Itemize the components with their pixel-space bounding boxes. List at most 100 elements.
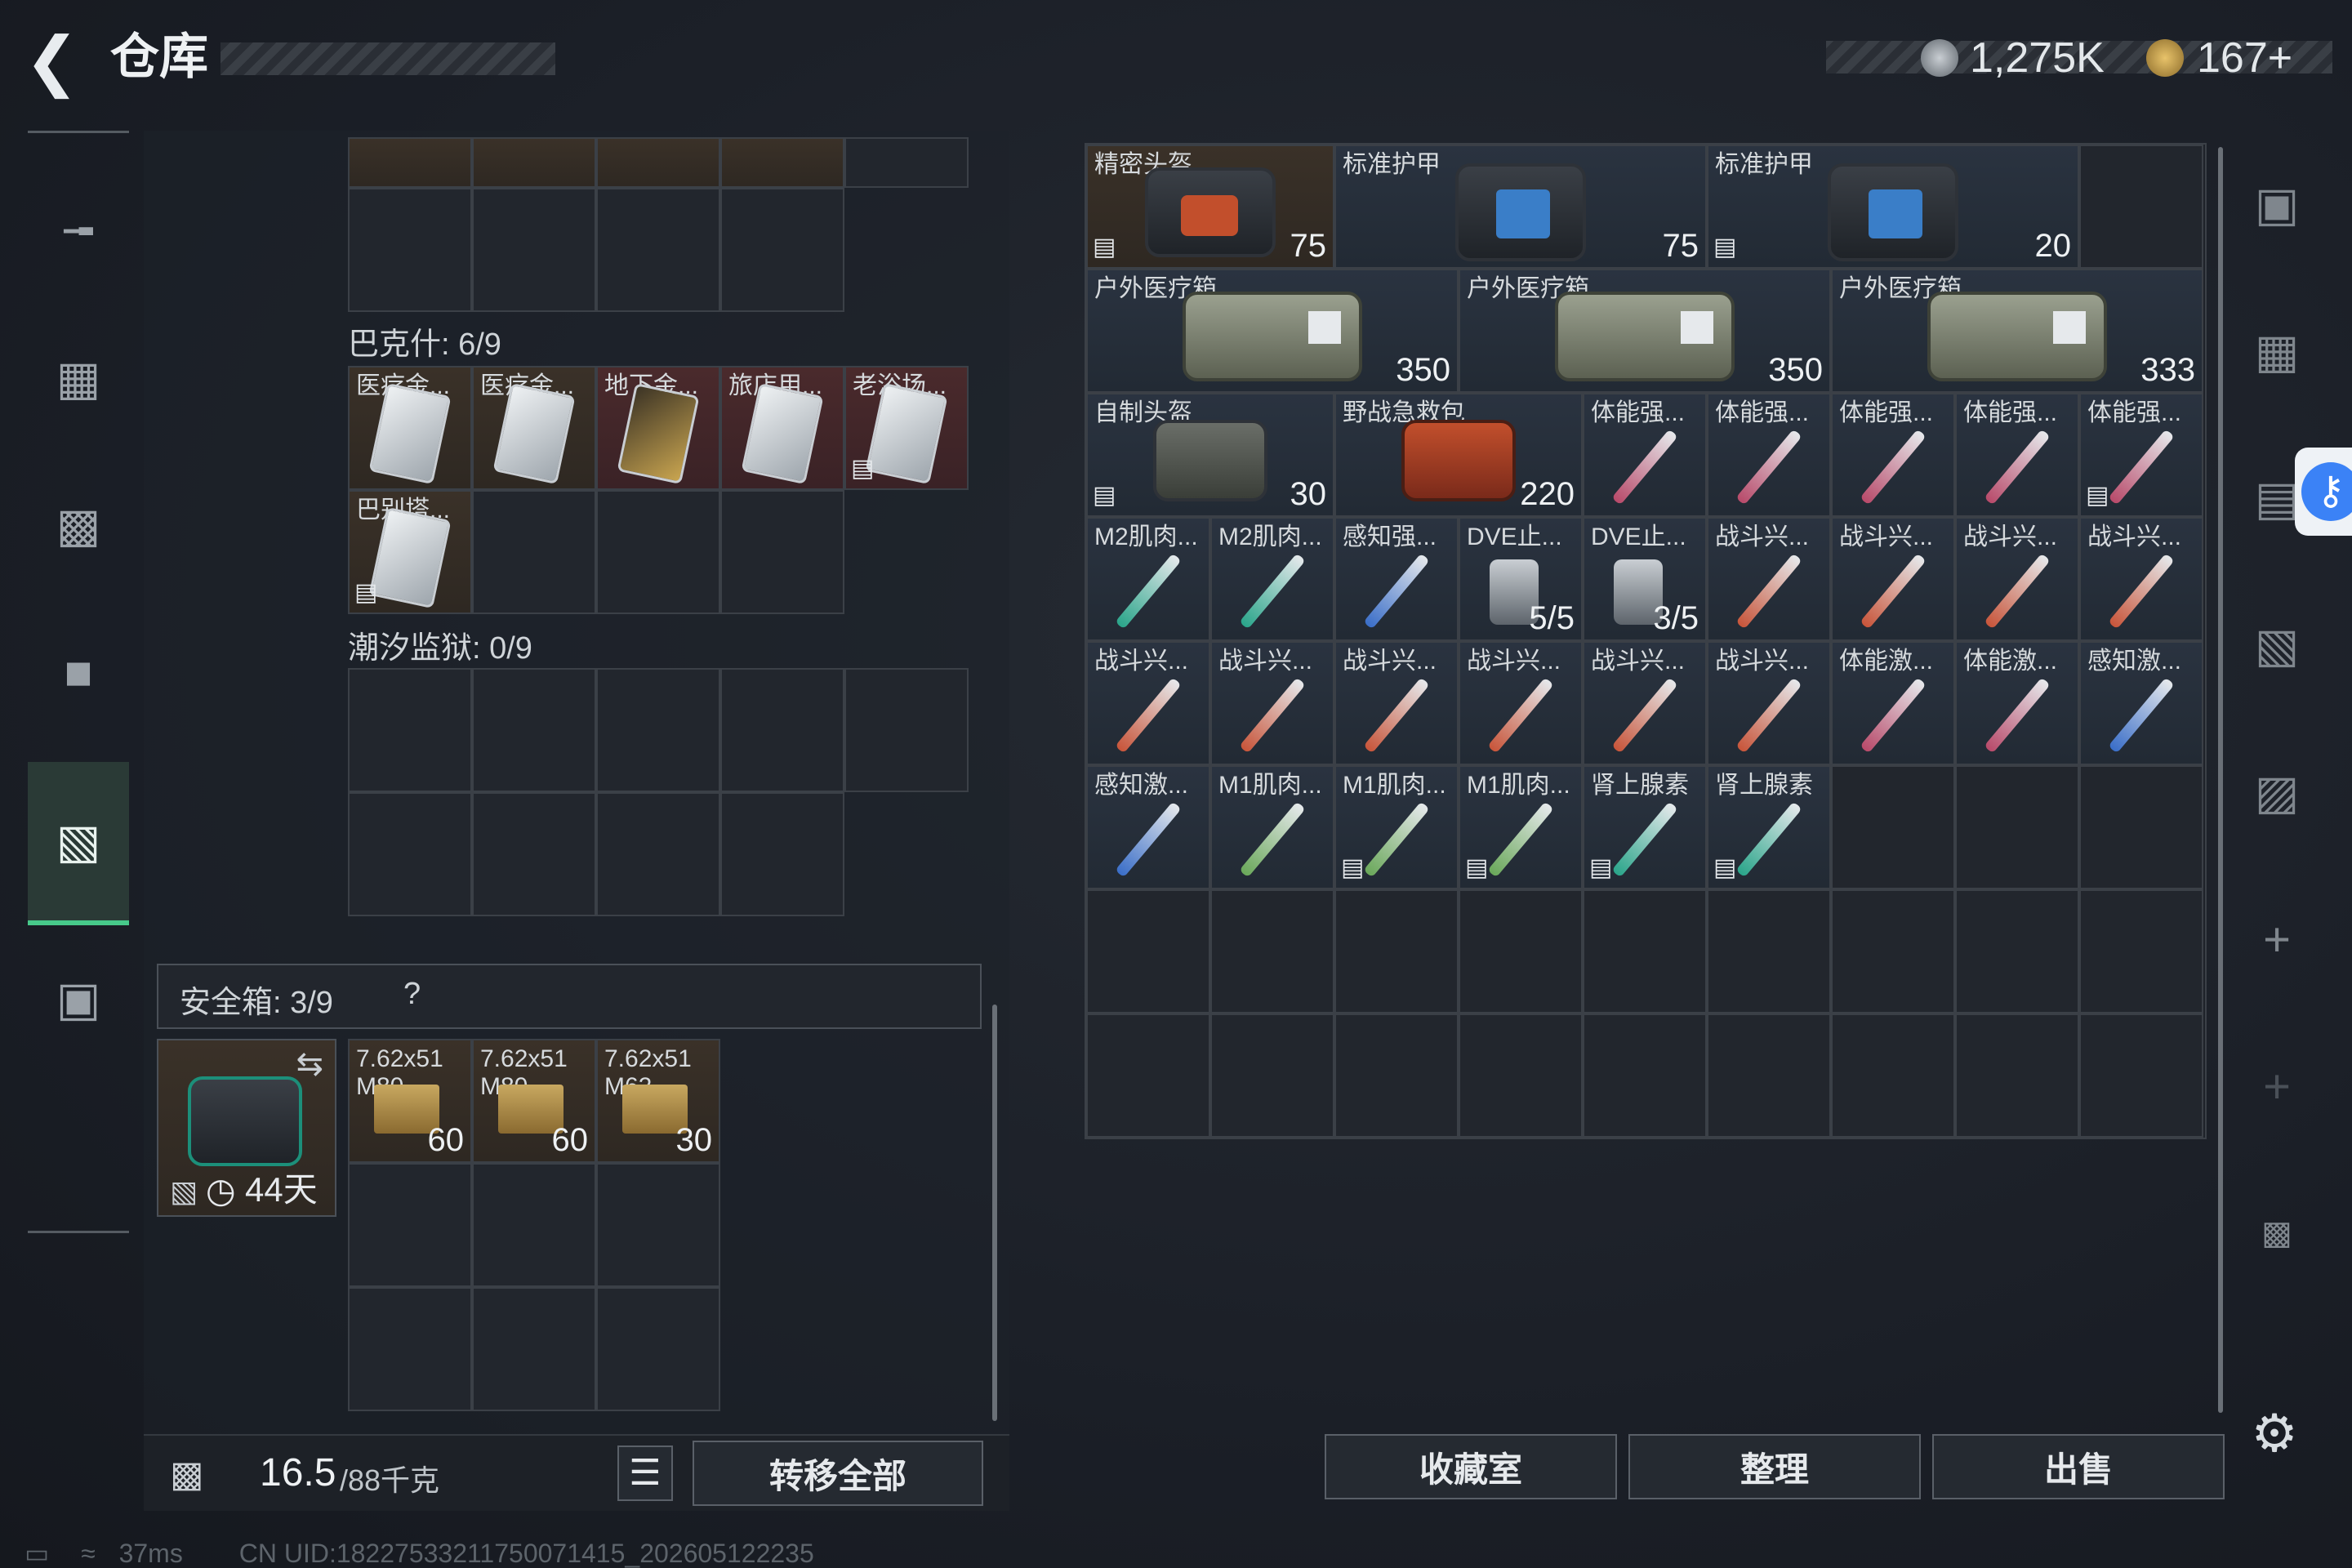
stash-item[interactable]: 体能激... bbox=[1955, 641, 2079, 765]
stash-item[interactable]: 标准护甲 ▤ 20 bbox=[1707, 145, 2079, 269]
grid-cell[interactable] bbox=[1086, 889, 1210, 1013]
stash-item[interactable]: 自制头盔 ▤ 30 bbox=[1086, 393, 1334, 517]
back-arrow-icon[interactable]: ❮ bbox=[24, 24, 82, 98]
stash-item[interactable]: 体能强... bbox=[1831, 393, 1955, 517]
safebox-slot[interactable]: ⇆ ▧ ◷ 44天 bbox=[157, 1039, 336, 1217]
grid-cell[interactable] bbox=[2079, 145, 2203, 269]
grid-cell[interactable] bbox=[596, 137, 720, 188]
grid-cell[interactable] bbox=[472, 792, 596, 916]
stash-item[interactable]: 战斗兴... bbox=[1583, 641, 1707, 765]
accessibility-button[interactable]: ⚷ bbox=[2295, 448, 2352, 536]
keycard-item[interactable]: 旅店用... bbox=[720, 366, 844, 490]
grid-cell[interactable] bbox=[596, 490, 720, 614]
stash-item[interactable]: M2肌肉... bbox=[1086, 517, 1210, 641]
grid-cell[interactable] bbox=[348, 668, 472, 792]
stash-item[interactable]: 户外医疗箱 333 bbox=[1831, 269, 2203, 393]
grid-cell[interactable] bbox=[720, 188, 844, 312]
keycard-item[interactable]: 地下金... bbox=[596, 366, 720, 490]
keycard-item[interactable]: 医疗金... bbox=[348, 366, 472, 490]
grid-cell[interactable] bbox=[1707, 889, 1831, 1013]
stash-item[interactable]: 体能强... ▤ bbox=[2079, 393, 2203, 517]
rig-icon[interactable]: ■ bbox=[28, 599, 129, 746]
stash-item[interactable]: 野战急救包 220 bbox=[1334, 393, 1583, 517]
stash-tab-2-icon[interactable]: ▦ bbox=[2220, 278, 2334, 425]
stash-item[interactable]: 战斗兴... bbox=[1459, 641, 1583, 765]
left-scrollbar[interactable] bbox=[992, 1004, 997, 1421]
stash-item[interactable]: 肾上腺素 ▤ bbox=[1583, 765, 1707, 889]
grid-cell[interactable] bbox=[472, 1287, 596, 1411]
grid-cell[interactable] bbox=[1955, 889, 2079, 1013]
grid-cell[interactable] bbox=[472, 490, 596, 614]
armor-icon[interactable]: ▦ bbox=[28, 305, 129, 452]
stash-item[interactable]: 感知激... bbox=[2079, 641, 2203, 765]
grid-cell[interactable] bbox=[1831, 889, 1955, 1013]
grid-cell[interactable] bbox=[1955, 765, 2079, 889]
weapon-icon[interactable]: ╼ bbox=[28, 158, 129, 305]
grid-cell[interactable] bbox=[348, 1163, 472, 1287]
stash-item[interactable]: DVE止... 3/5 bbox=[1583, 517, 1707, 641]
grid-cell[interactable] bbox=[1086, 1013, 1210, 1138]
grid-cell[interactable] bbox=[1210, 1013, 1334, 1138]
grid-cell[interactable] bbox=[596, 1287, 720, 1411]
grid-cell[interactable] bbox=[720, 792, 844, 916]
grid-cell[interactable] bbox=[844, 137, 969, 188]
stash-item[interactable]: 战斗兴... bbox=[1831, 517, 1955, 641]
stash-item[interactable]: M1肌肉... ▤ bbox=[1334, 765, 1459, 889]
grid-cell[interactable] bbox=[720, 490, 844, 614]
grid-cell[interactable] bbox=[472, 1163, 596, 1287]
stash-item[interactable]: 战斗兴... bbox=[1707, 641, 1831, 765]
grid-cell[interactable] bbox=[1707, 1013, 1831, 1138]
grid-cell[interactable] bbox=[348, 188, 472, 312]
stash-item[interactable]: 体能强... bbox=[1583, 393, 1707, 517]
grid-cell[interactable] bbox=[2079, 1013, 2203, 1138]
grid-cell[interactable] bbox=[596, 792, 720, 916]
grid-cell[interactable] bbox=[720, 137, 844, 188]
grid-cell[interactable] bbox=[1459, 889, 1583, 1013]
grid-cell[interactable] bbox=[596, 668, 720, 792]
settings-gear-icon[interactable]: ⚙ bbox=[2246, 1405, 2303, 1462]
stash-tab-icon[interactable]: ▣ bbox=[2220, 131, 2334, 278]
stash-item[interactable]: M1肌肉... bbox=[1210, 765, 1334, 889]
grid-cell[interactable] bbox=[348, 1287, 472, 1411]
grid-cell[interactable] bbox=[1955, 1013, 2079, 1138]
grid-cell[interactable] bbox=[1583, 1013, 1707, 1138]
grid-cell[interactable] bbox=[1210, 889, 1334, 1013]
keycard-item[interactable]: 医疗金... bbox=[472, 366, 596, 490]
briefcase-icon[interactable]: ▣ bbox=[28, 925, 129, 1072]
grid-cell[interactable] bbox=[1583, 889, 1707, 1013]
grid-cell[interactable] bbox=[844, 668, 969, 792]
stash-item[interactable]: 体能强... bbox=[1707, 393, 1831, 517]
stash-item[interactable]: 精密头盔 ▤ 75 bbox=[1086, 145, 1334, 269]
safebox-nav-icon[interactable]: ▧ bbox=[28, 762, 129, 925]
grid-cell[interactable] bbox=[596, 1163, 720, 1287]
stash-tab-5-icon[interactable]: ▨ bbox=[2220, 719, 2334, 866]
grid-cell[interactable] bbox=[472, 668, 596, 792]
stash-item[interactable]: M2肌肉... bbox=[1210, 517, 1334, 641]
stash-item[interactable]: 感知激... bbox=[1086, 765, 1210, 889]
stash-item[interactable]: 战斗兴... bbox=[1334, 641, 1459, 765]
stash-item[interactable]: 战斗兴... bbox=[1086, 641, 1210, 765]
help-icon[interactable]: ? bbox=[403, 977, 421, 1012]
list-icon[interactable]: ☰ bbox=[617, 1446, 673, 1501]
stash-item[interactable]: 肾上腺素 ▤ bbox=[1707, 765, 1831, 889]
grid-cell[interactable] bbox=[720, 668, 844, 792]
stash-item[interactable]: 战斗兴... bbox=[2079, 517, 2203, 641]
sell-button[interactable]: 出售 bbox=[1932, 1434, 2225, 1499]
organize-button[interactable]: 整理 bbox=[1628, 1434, 1921, 1499]
stash-item[interactable]: 战斗兴... bbox=[1955, 517, 2079, 641]
swap-icon[interactable]: ⇆ bbox=[296, 1045, 323, 1083]
backpack-icon[interactable]: ▩ bbox=[28, 452, 129, 599]
stash-item[interactable]: M1肌肉... ▤ bbox=[1459, 765, 1583, 889]
grid-cell[interactable] bbox=[472, 137, 596, 188]
keycard-item[interactable]: 巴别塔...▤ bbox=[348, 490, 472, 614]
transfer-all-button[interactable]: 转移全部 bbox=[693, 1441, 983, 1506]
stash-item[interactable]: DVE止... 5/5 bbox=[1459, 517, 1583, 641]
stash-item[interactable]: 战斗兴... bbox=[1210, 641, 1334, 765]
grid-cell[interactable] bbox=[1831, 1013, 1955, 1138]
grid-cell[interactable] bbox=[348, 137, 472, 188]
grid-cell[interactable] bbox=[1334, 1013, 1459, 1138]
grid-cell[interactable] bbox=[596, 188, 720, 312]
grid-cell[interactable] bbox=[472, 188, 596, 312]
stash-item[interactable]: 战斗兴... bbox=[1707, 517, 1831, 641]
stash-item[interactable]: 标准护甲 75 bbox=[1334, 145, 1707, 269]
